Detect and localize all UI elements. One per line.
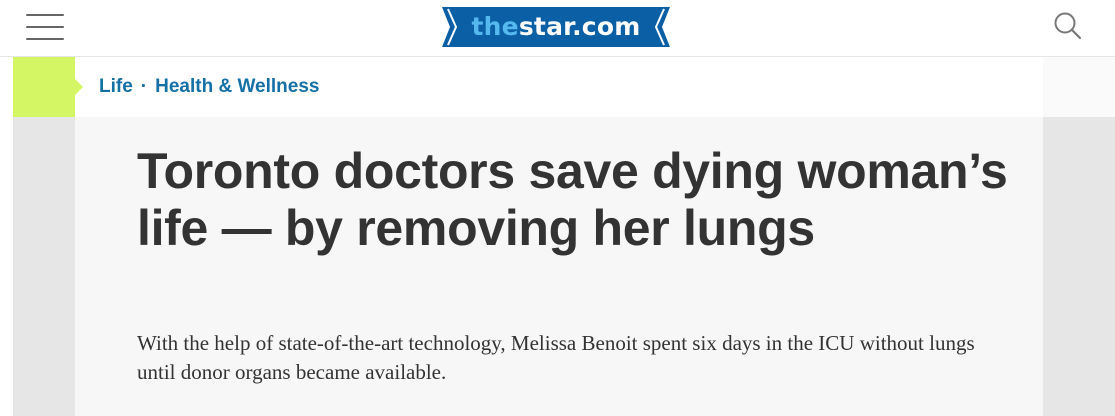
section-accent-flag (13, 57, 75, 117)
article-header: Toronto doctors save dying woman’s life … (75, 117, 1043, 416)
article-dek: With the help of state-of-the-art techno… (137, 331, 975, 384)
logo-star-com: star.com (518, 12, 641, 41)
top-header: thestar.com (0, 0, 1115, 57)
section-bar: Life · Health & Wellness (13, 57, 1115, 117)
breadcrumb-separator: · (140, 76, 148, 97)
menu-line (26, 38, 64, 40)
search-icon[interactable] (1052, 10, 1084, 42)
menu-line (26, 14, 64, 16)
logo-text: thestar.com (442, 7, 670, 47)
search-icon-glyph (1054, 12, 1082, 40)
logo-the: the (471, 12, 519, 41)
breadcrumb: Life · Health & Wellness (99, 74, 319, 100)
page-gutter-left (13, 117, 75, 416)
breadcrumb-health-wellness-link[interactable]: Health & Wellness (155, 76, 319, 97)
breadcrumb-life-link[interactable]: Life (99, 76, 133, 97)
hamburger-menu-icon[interactable] (26, 14, 64, 40)
section-accent-tip (75, 79, 83, 95)
article-headline: Toronto doctors save dying woman’s life … (137, 143, 1008, 256)
page-gutter-right (1043, 117, 1115, 416)
thestar-logo[interactable]: thestar.com (442, 7, 670, 47)
menu-line (26, 26, 64, 28)
section-bar-right-shade (1043, 57, 1115, 117)
